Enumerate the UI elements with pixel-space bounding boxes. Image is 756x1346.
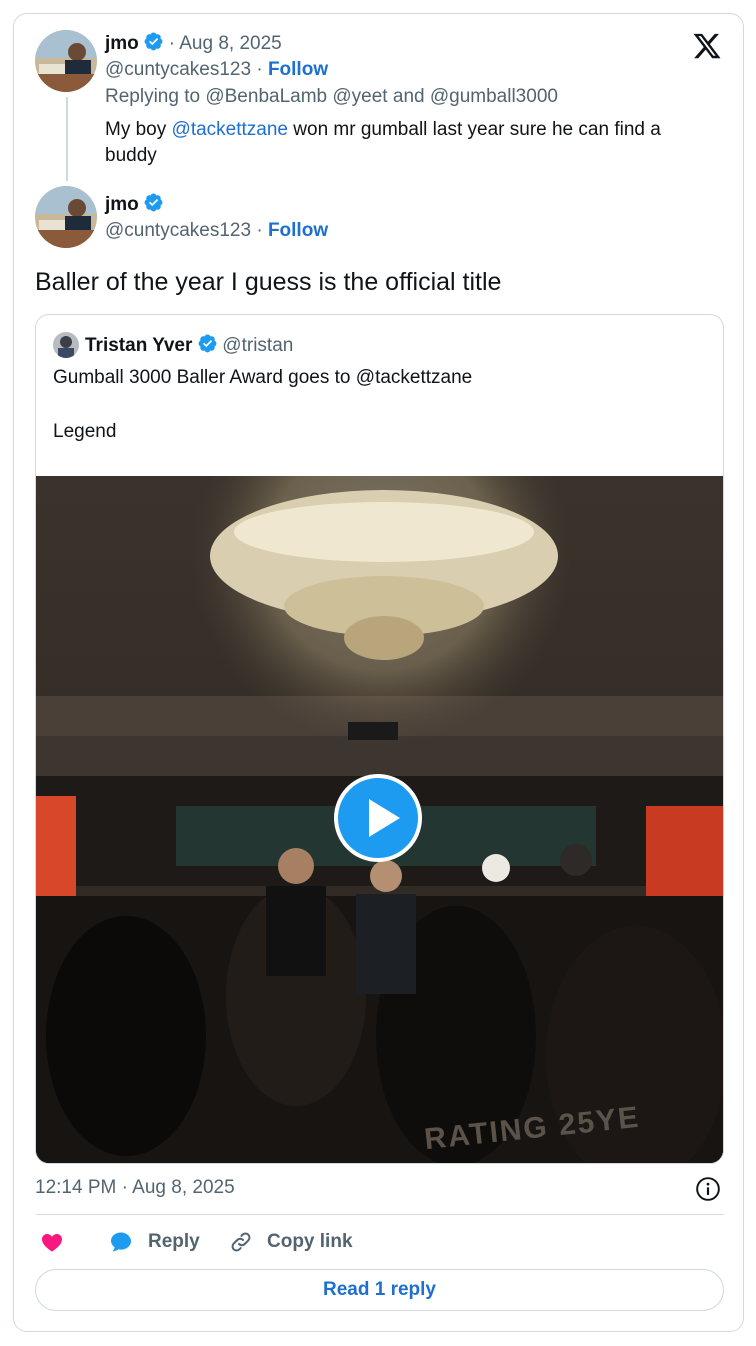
heart-icon <box>42 1234 62 1252</box>
reply-tweet-header: jmo · Aug 8, 2025 <box>105 32 282 54</box>
verified-badge-icon <box>144 193 163 212</box>
reply-tweet-text: My boy @tackettzane won mr gumball last … <box>105 117 715 169</box>
divider <box>36 1214 724 1215</box>
follow-button[interactable]: Follow <box>268 220 328 241</box>
author-handle[interactable]: @cuntycakes123 <box>105 59 251 80</box>
replying-to-line: Replying to @BenbaLamb @yeet and @gumbal… <box>105 86 558 108</box>
replying-prefix: Replying to <box>105 86 201 107</box>
main-tweet-header: jmo <box>105 192 164 216</box>
reply-handle-row: @cuntycakes123 · Follow <box>105 59 329 80</box>
read-replies-button[interactable]: Read 1 reply <box>35 1269 724 1311</box>
play-icon <box>369 799 400 837</box>
main-tweet-text: Baller of the year I guess is the offici… <box>35 268 502 296</box>
avatar[interactable] <box>35 30 97 92</box>
video-player[interactable]: RATING 25YE <box>36 476 723 1163</box>
text-fragment: won mr gumball last year sure he can fin… <box>293 119 661 140</box>
replying-to-user[interactable]: @gumball3000 <box>430 86 558 107</box>
tweet-timestamp[interactable]: 12:14 PM · Aug 8, 2025 <box>35 1177 235 1199</box>
avatar[interactable] <box>53 332 79 358</box>
reply-button[interactable]: Reply <box>108 1228 200 1256</box>
reply-bubble-icon <box>111 1232 131 1252</box>
replying-to-user[interactable]: @yeet <box>332 86 387 107</box>
text-fragment: buddy <box>105 145 157 166</box>
like-button[interactable] <box>39 1228 65 1256</box>
author-name[interactable]: jmo <box>105 194 139 215</box>
read-replies-label: Read 1 reply <box>323 1279 436 1300</box>
follow-button[interactable]: Follow <box>268 59 328 80</box>
text-fragment: My boy <box>105 119 167 140</box>
author-handle[interactable]: @tristan <box>222 335 293 356</box>
info-icon[interactable] <box>695 1176 721 1202</box>
author-name[interactable]: Tristan Yver <box>85 335 192 356</box>
link-icon <box>231 1232 251 1252</box>
play-button[interactable] <box>334 774 422 862</box>
author-handle[interactable]: @cuntycakes123 <box>105 220 251 241</box>
mention-link[interactable]: @tackettzane <box>172 119 288 140</box>
replying-to-user[interactable]: @BenbaLamb <box>205 86 327 107</box>
avatar[interactable] <box>35 186 97 248</box>
quoted-tweet-header: Tristan Yver @tristan <box>85 333 293 357</box>
verified-badge-icon <box>144 32 163 51</box>
thread-connector-line <box>66 97 68 181</box>
quoted-text-line: Gumball 3000 Baller Award goes to @tacke… <box>53 367 473 388</box>
reply-label: Reply <box>148 1231 200 1252</box>
verified-badge-icon <box>198 334 217 353</box>
quoted-text-line: Legend <box>53 421 117 442</box>
quoted-tweet[interactable]: Tristan Yver @tristan Gumball 3000 Balle… <box>35 314 724 1164</box>
author-name[interactable]: jmo <box>105 33 139 54</box>
x-logo-icon[interactable] <box>692 31 722 61</box>
tweet-date[interactable]: Aug 8, 2025 <box>179 33 281 54</box>
copy-link-button[interactable]: Copy link <box>229 1228 353 1256</box>
copy-link-label: Copy link <box>267 1231 353 1252</box>
replying-and: and <box>392 86 425 107</box>
main-handle-row: @cuntycakes123 · Follow <box>105 220 329 241</box>
